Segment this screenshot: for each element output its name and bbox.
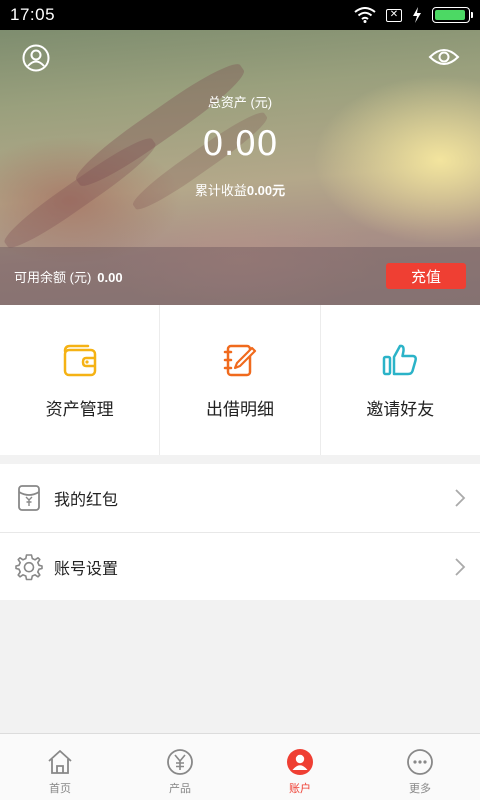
notebook-pen-icon (223, 344, 257, 377)
quick-asset-management[interactable]: 资产管理 (0, 305, 161, 455)
battery-level (435, 10, 466, 20)
sim-off-icon: ✕ (386, 8, 402, 22)
nav-label: 更多 (409, 783, 431, 795)
available-balance: 可用余额 (元) 0.00 (14, 267, 123, 286)
total-assets-label: 总资产 (元) (207, 95, 273, 110)
status-icons: ✕ (354, 7, 473, 23)
assets-header: 总资产 (元) 0.00 累计收益0.00元 可用余额 (元) 0.00 充值 (0, 30, 480, 305)
yen-icon (167, 749, 193, 775)
menu-label: 我的红包 (54, 492, 119, 509)
status-time: 17:05 (10, 5, 56, 24)
bottom-nav: 首页 产品 账户 更多 (0, 733, 480, 800)
nav-label: 首页 (49, 783, 71, 795)
menu-item-account-settings[interactable]: 账号设置 (0, 532, 480, 600)
total-assets-value: 0.00 (202, 124, 278, 164)
income-label: 累计收益 (194, 183, 247, 198)
wallet-icon (63, 344, 96, 377)
income-value: 0.00元 (246, 183, 286, 198)
user-avatar-icon[interactable] (22, 44, 50, 72)
nav-label: 账户 (289, 783, 311, 795)
cumulative-income: 累计收益0.00元 (0, 180, 480, 199)
menu-label: 账号设置 (54, 560, 119, 578)
nav-label: 产品 (169, 783, 191, 795)
quick-label: 资产管理 (45, 400, 114, 419)
charging-icon (413, 7, 421, 23)
chevron-right-icon (455, 557, 466, 576)
balance-bar: 可用余额 (元) 0.00 充值 (0, 247, 480, 305)
quick-invite-friends[interactable]: 邀请好友 (321, 305, 480, 455)
wifi-icon (354, 7, 376, 23)
nav-account[interactable]: 账户 (240, 734, 360, 800)
nav-home[interactable]: 首页 (0, 734, 120, 800)
home-icon (48, 750, 72, 774)
status-bar: 17:05 ✕ (0, 0, 480, 30)
balance-value: 0.00 (97, 269, 123, 285)
quick-actions: 资产管理 出借明细 邀请好友 (0, 305, 480, 455)
eye-icon[interactable] (428, 46, 460, 68)
quick-label: 邀请好友 (366, 400, 435, 419)
nav-products[interactable]: 产品 (120, 734, 240, 800)
chevron-right-icon (455, 489, 466, 507)
recharge-button[interactable]: 充值 (386, 263, 466, 289)
quick-label: 出借明细 (205, 400, 274, 419)
nav-more[interactable]: 更多 (360, 734, 480, 800)
battery-icon (432, 7, 473, 23)
menu-item-red-packet[interactable]: 我的红包 (0, 464, 480, 532)
quick-lending-details[interactable]: 出借明细 (160, 305, 321, 455)
thumbs-up-icon (383, 344, 418, 376)
red-packet-icon (18, 485, 40, 511)
more-icon (407, 749, 433, 775)
account-menu: 我的红包 账号设置 (0, 464, 480, 600)
gear-icon (15, 553, 43, 580)
account-icon (287, 749, 313, 775)
balance-label: 可用余额 (元) (14, 269, 92, 285)
